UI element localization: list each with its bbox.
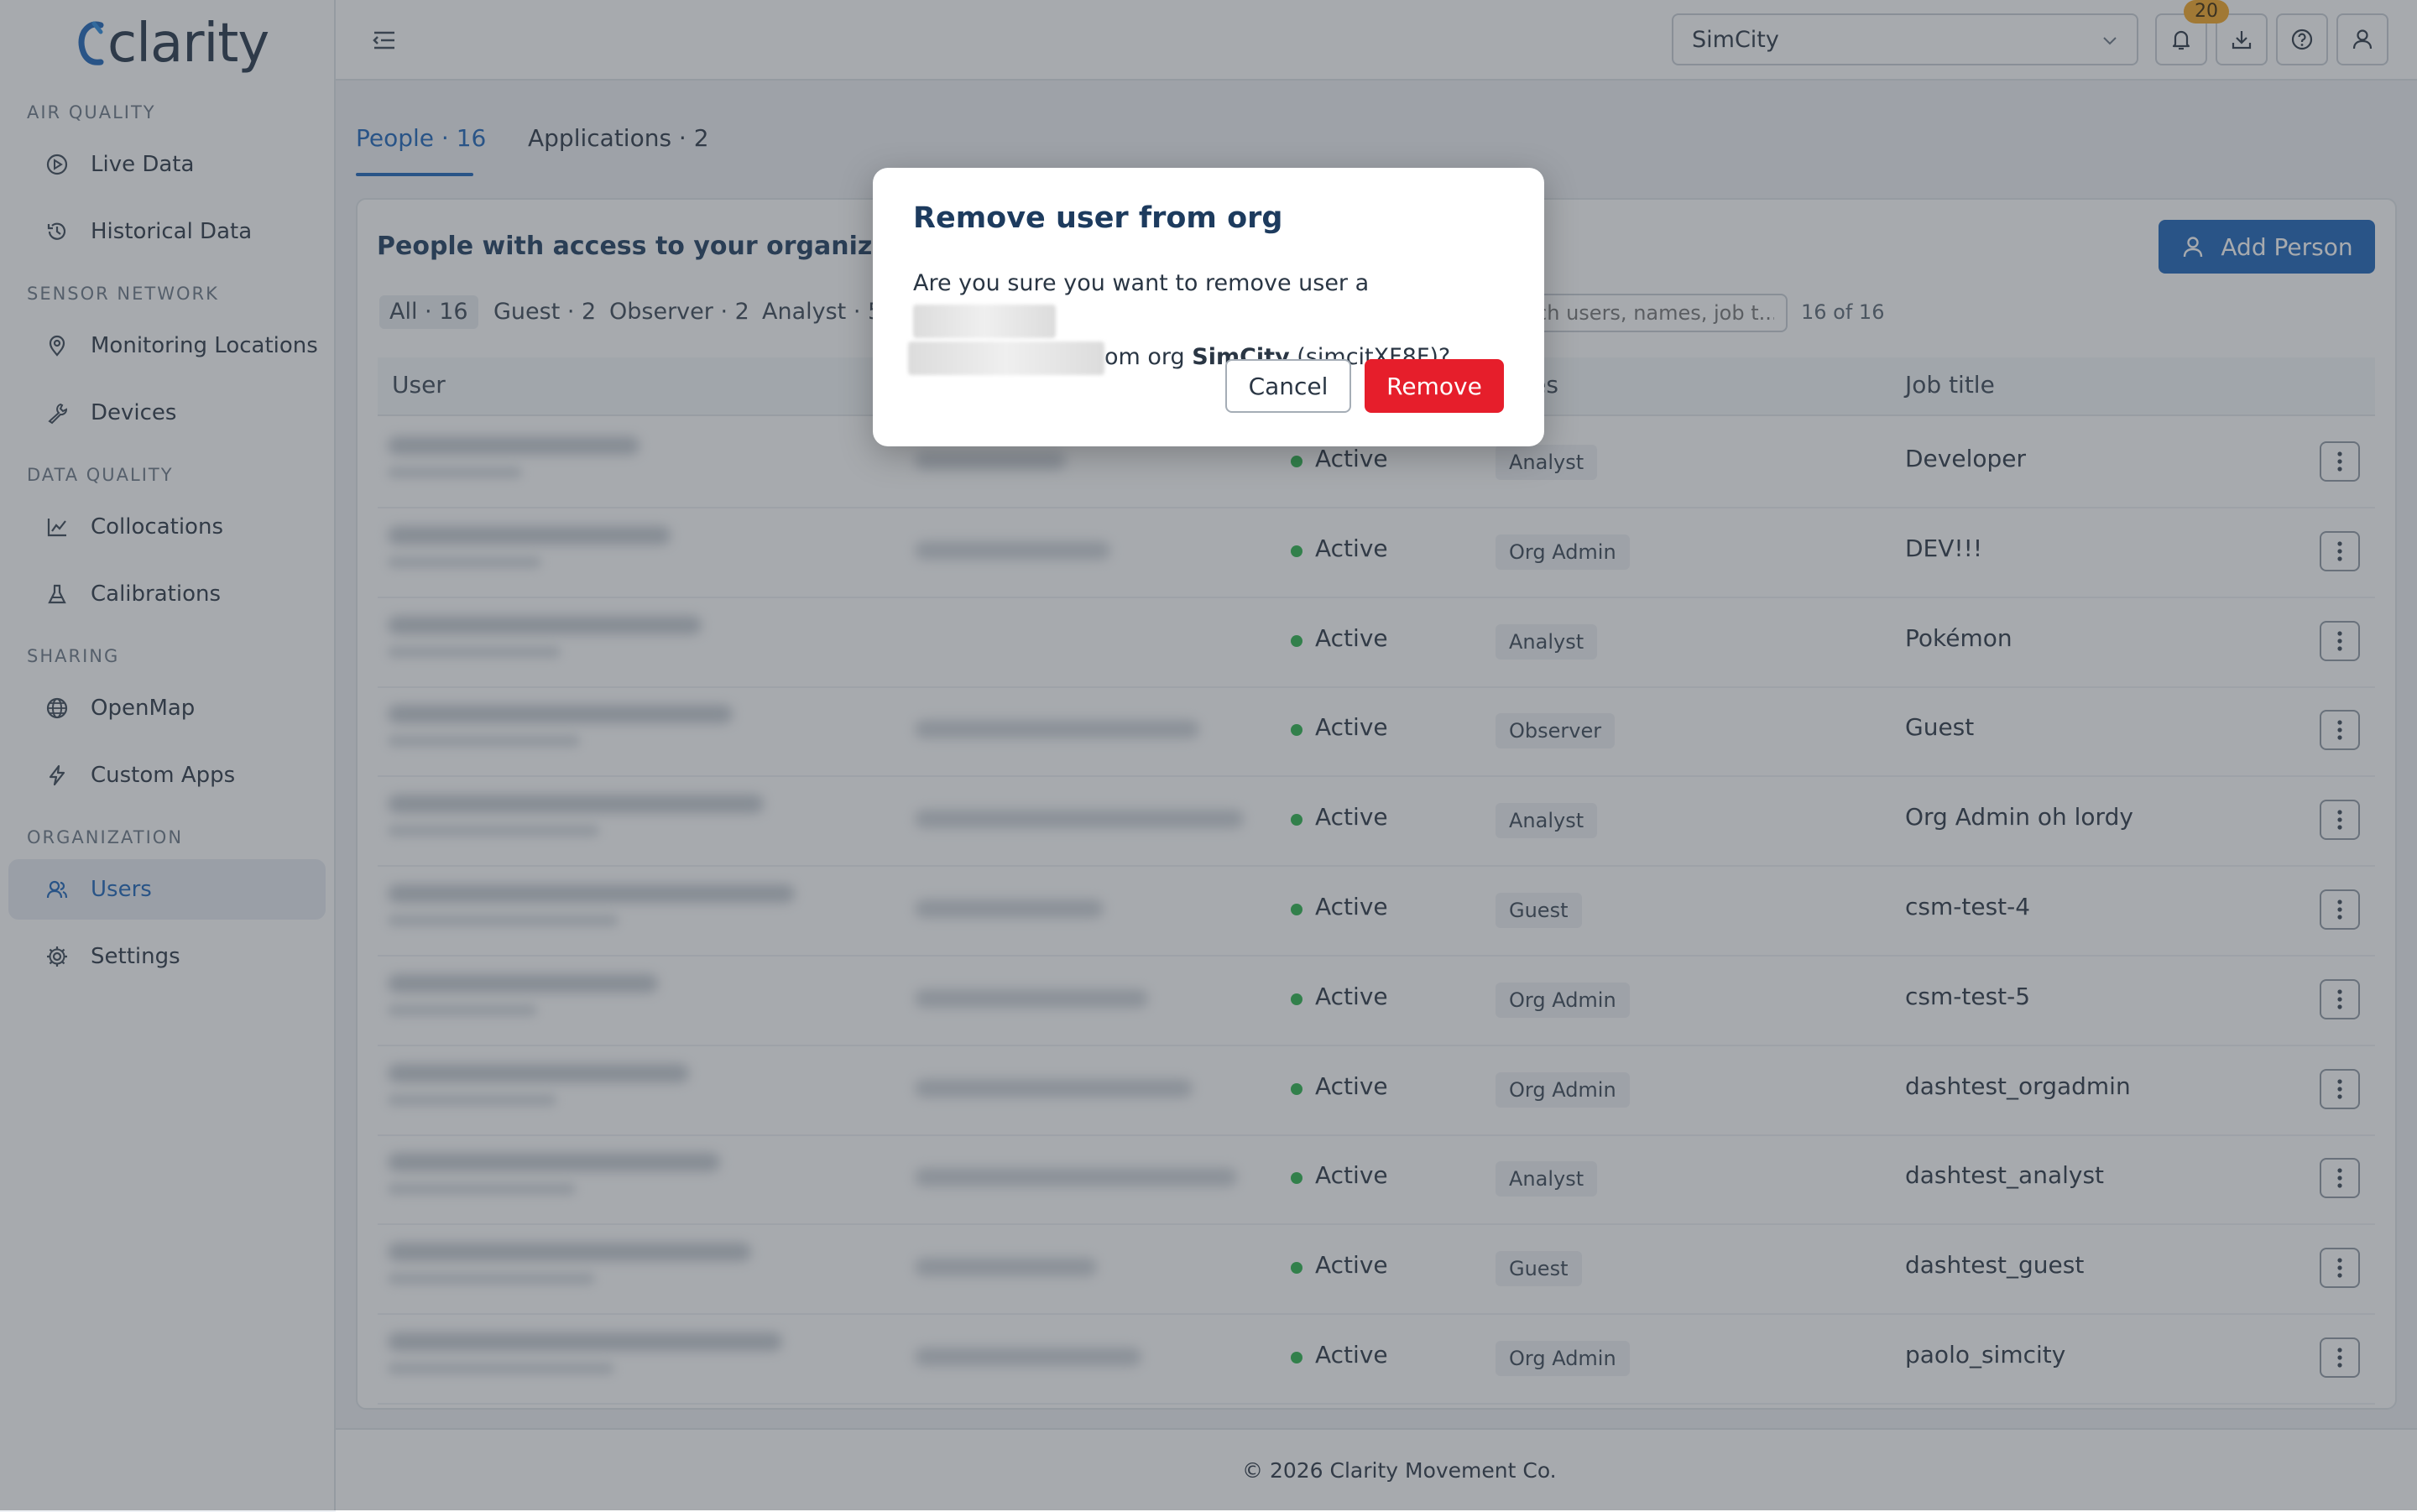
redacted-email	[908, 341, 1104, 375]
remove-button[interactable]: Remove	[1365, 359, 1504, 413]
cancel-button[interactable]: Cancel	[1225, 359, 1351, 413]
redacted-email	[913, 304, 1056, 338]
dialog-message-mid: om org	[1104, 344, 1193, 370]
remove-user-dialog: Remove user from org Are you sure you wa…	[873, 168, 1544, 446]
dialog-message-prefix: Are you sure you want to remove user a	[913, 270, 1370, 296]
dialog-title: Remove user from org	[913, 201, 1283, 235]
